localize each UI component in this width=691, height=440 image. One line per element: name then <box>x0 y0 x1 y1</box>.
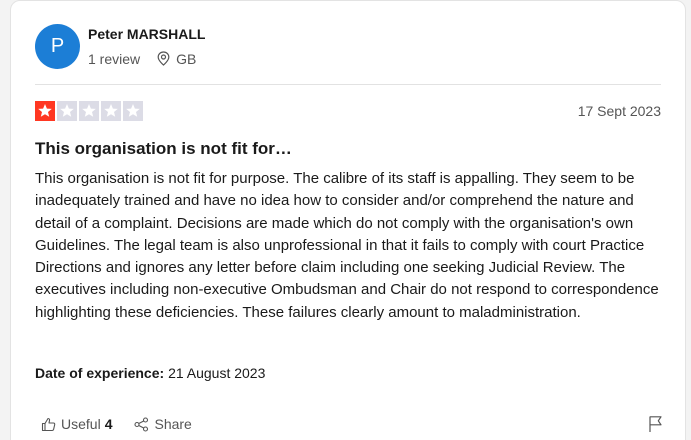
experience-label: Date of experience: <box>35 365 165 381</box>
share-icon <box>134 416 149 432</box>
star-icon <box>123 101 143 121</box>
useful-label: Useful <box>61 416 101 432</box>
review-title[interactable]: This organisation is not fit for… <box>35 139 292 159</box>
divider <box>35 84 661 85</box>
location-pin-icon <box>157 51 170 66</box>
useful-count: 4 <box>104 416 113 432</box>
reviewer-location: GB <box>157 51 196 67</box>
useful-button[interactable]: Useful 4 <box>41 416 112 432</box>
star-icon <box>79 101 99 121</box>
report-flag-button[interactable] <box>648 415 663 438</box>
star-icon <box>35 101 55 121</box>
review-body: This organisation is not fit for purpose… <box>35 170 659 321</box>
review-actions: Useful 4 Share <box>41 416 192 432</box>
review-card: P Peter MARSHALL 1 review GB 17 Sept 202… <box>10 0 686 440</box>
review-date: 17 Sept 2023 <box>577 103 661 119</box>
star-icon <box>101 101 121 121</box>
share-button[interactable]: Share <box>134 416 192 432</box>
reviewer-country: GB <box>176 50 197 67</box>
reviewer-name[interactable]: Peter MARSHALL <box>88 26 205 42</box>
share-label: Share <box>154 416 192 432</box>
reviewer-subrow: 1 review GB <box>88 51 205 67</box>
thumbs-up-icon <box>41 417 56 431</box>
star-icon <box>57 101 77 121</box>
avatar-letter: P <box>50 35 65 57</box>
avatar[interactable]: P <box>35 24 80 69</box>
star-rating <box>35 101 143 121</box>
date-of-experience: Date of experience: 21 August 2023 <box>35 365 265 381</box>
reviewer-meta: Peter MARSHALL 1 review GB <box>88 26 205 67</box>
experience-value: 21 August 2023 <box>168 365 266 381</box>
flag-icon <box>649 416 662 432</box>
review-count: 1 review <box>88 50 141 67</box>
reviewer-header: P Peter MARSHALL 1 review GB <box>35 24 205 69</box>
